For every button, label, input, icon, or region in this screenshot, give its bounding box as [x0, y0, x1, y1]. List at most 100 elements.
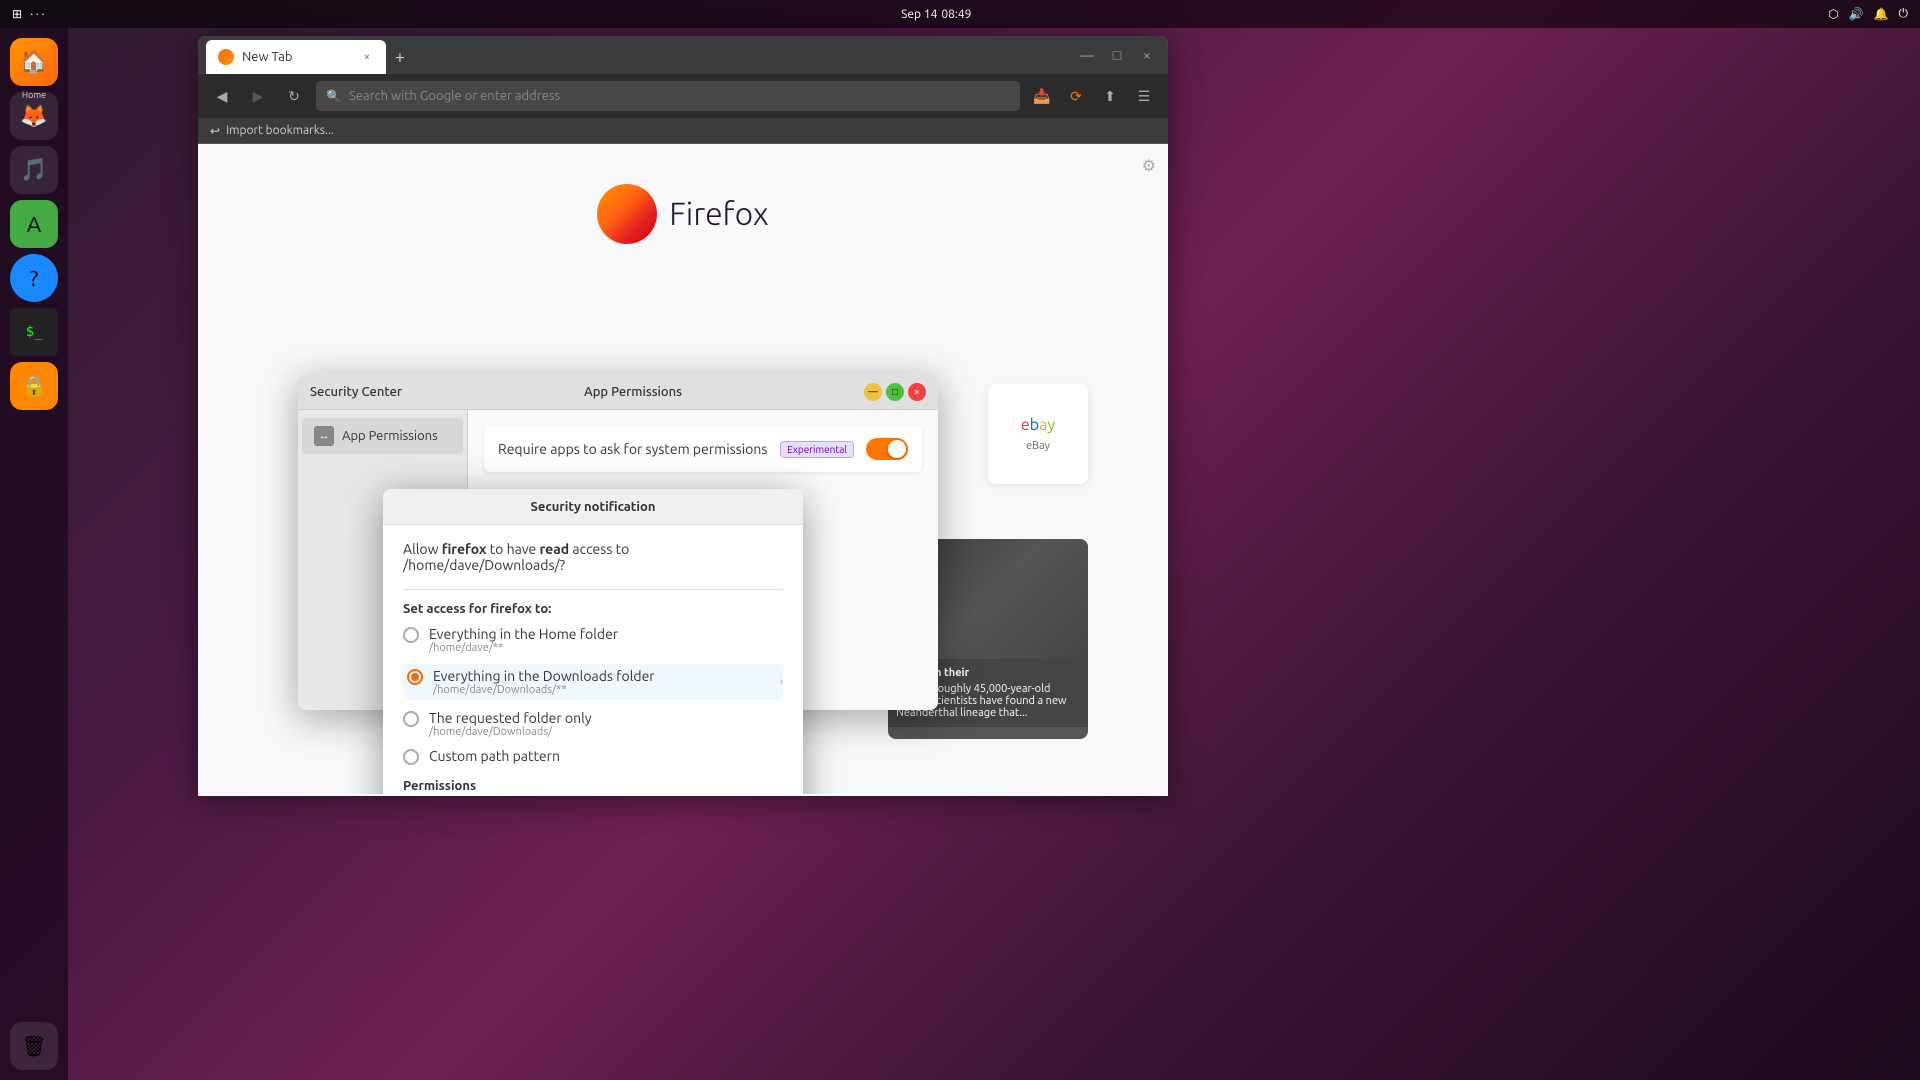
share-button[interactable]: ⬆ [1096, 82, 1124, 110]
tab-favicon [218, 49, 234, 65]
app-permissions-sidebar-item[interactable]: ↔ App Permissions [302, 418, 463, 454]
sidebar-dock: 🏠 Home 🦊 🎵 A ? $_ 🔒 🗑 [0, 28, 68, 1080]
radio-downloads-outer [407, 669, 423, 685]
nav-actions: 📥 ⟳ ⬆ ☰ [1028, 82, 1158, 110]
dock-icon-home[interactable]: 🏠 Home [10, 38, 58, 86]
question-mid: to have [487, 541, 540, 557]
top-bar-right: ⬡ 🔊 🔔 ⏻ [1828, 7, 1908, 21]
dialog-window-controls: — □ × [864, 383, 926, 401]
permissions-toggle-switch[interactable] [866, 438, 908, 460]
menu-button[interactable]: ☰ [1130, 82, 1158, 110]
radio-downloads-inner [411, 673, 419, 681]
radio-custom-labels: Custom path pattern [429, 748, 560, 764]
browser-minimize-button[interactable]: — [1074, 42, 1100, 68]
dock-icon-trash[interactable]: 🗑 [10, 1022, 58, 1070]
forward-button[interactable]: ▶ [244, 82, 272, 110]
dialog-close-button[interactable]: × [908, 383, 926, 401]
toggle-knob [888, 440, 906, 458]
browser-window: New Tab × + — □ × ◀ ▶ ↻ 🔍 Search with Go… [68, 28, 1920, 1080]
permissions-toggle-row: Require apps to ask for system permissio… [484, 426, 922, 472]
dialog-maximize-button[interactable]: □ [886, 383, 904, 401]
browser-close-button[interactable]: × [1134, 42, 1160, 68]
radio-downloads-labels: Everything in the Downloads folder /home… [433, 668, 655, 696]
radio-home-labels: Everything in the Home folder /home/dave… [429, 626, 618, 654]
notif-body: Allow firefox to have read access to /ho… [383, 525, 803, 794]
radio-home-outer [403, 627, 419, 643]
radio-custom-path[interactable]: Custom path pattern [403, 748, 783, 765]
app-name: firefox [442, 541, 487, 557]
dialog-minimize-button[interactable]: — [864, 383, 882, 401]
firefox-logo-text: Firefox [669, 196, 769, 232]
permission-type: read [540, 541, 570, 557]
firefox-logo-icon [597, 184, 657, 244]
browser-maximize-button[interactable]: □ [1104, 42, 1130, 68]
volume-icon[interactable]: 🔊 [1849, 7, 1864, 21]
ebay-label: eBay [1026, 440, 1050, 452]
dock-icon-appstore[interactable]: A [10, 200, 58, 248]
security-center-title: Security Center [310, 385, 402, 399]
security-dialog-titlebar: Security Center App Permissions — □ × [298, 374, 938, 410]
radio-downloads-label: Everything in the Downloads folder [433, 668, 655, 684]
reload-button[interactable]: ↻ [280, 82, 308, 110]
dock-icon-security[interactable]: 🔒 [10, 362, 58, 410]
app-permissions-title: App Permissions [584, 385, 682, 399]
radio-downloads-folder[interactable]: Everything in the Downloads folder /home… [403, 664, 783, 700]
radio-requested-labels: The requested folder only /home/dave/Dow… [429, 710, 592, 738]
question-suffix: access to [569, 541, 629, 557]
top-bar: ⊞ · · · Sep 14 08:49 ⬡ 🔊 🔔 ⏻ [0, 0, 1920, 28]
allow-prefix: Allow [403, 541, 442, 557]
bell-icon[interactable]: 🔔 [1874, 7, 1889, 21]
notif-titlebar: Security notification [383, 489, 803, 525]
address-text: Search with Google or enter address [349, 89, 560, 103]
sync-button[interactable]: ⟳ [1062, 82, 1090, 110]
newtab-page: Firefox [198, 144, 1168, 274]
radio-home-label: Everything in the Home folder [429, 626, 618, 642]
radio-requested-folder[interactable]: The requested folder only /home/dave/Dow… [403, 710, 783, 738]
ebay-logo: ebay [1021, 416, 1055, 434]
top-bar-center: Sep 14 08:49 [901, 8, 971, 21]
experimental-badge: Experimental [780, 441, 854, 458]
app-permissions-icon: ↔ [314, 426, 334, 446]
back-button[interactable]: ◀ [208, 82, 236, 110]
radio-custom-outer [403, 749, 419, 765]
dock-icon-help[interactable]: ? [10, 254, 58, 302]
access-section-title: Set access for firefox to: [403, 602, 783, 616]
ebay-shortcut-card[interactable]: ebay eBay [988, 384, 1088, 484]
dock-icon-terminal[interactable]: $_ [10, 308, 58, 356]
tab-label: New Tab [242, 50, 293, 64]
apps-grid-icon[interactable]: ⊞ [12, 7, 22, 21]
radio-home-folder[interactable]: Everything in the Home folder /home/dave… [403, 626, 783, 654]
top-bar-spacer: · · · [30, 8, 44, 21]
import-icon: ↩ [210, 124, 220, 138]
power-icon[interactable]: ⏻ [1899, 7, 1909, 21]
question-end: ? [560, 557, 565, 573]
network-icon[interactable]: ⬡ [1828, 7, 1838, 21]
browser-navbar: ◀ ▶ ↻ 🔍 Search with Google or enter addr… [198, 74, 1168, 118]
radio-custom-label: Custom path pattern [429, 748, 560, 764]
security-notification-dialog: Security notification Allow firefox to h… [383, 489, 803, 794]
import-bookmarks-bar: ↩ Import bookmarks... [198, 118, 1168, 144]
pocket-button[interactable]: 📥 [1028, 82, 1056, 110]
notif-question: Allow firefox to have read access to /ho… [403, 541, 783, 573]
browser-window-controls: — □ × [1074, 36, 1160, 74]
notif-title: Security notification [531, 500, 656, 514]
settings-gear-icon[interactable]: ⚙ [1142, 156, 1156, 175]
browser-tab-newtab[interactable]: New Tab × [206, 40, 386, 74]
search-icon: 🔍 [326, 89, 341, 103]
tab-close-button[interactable]: × [360, 49, 374, 65]
toggle-label: Require apps to ask for system permissio… [498, 441, 768, 457]
address-bar[interactable]: 🔍 Search with Google or enter address [316, 81, 1020, 111]
radio-requested-label: The requested folder only [429, 710, 592, 726]
dock-icon-firefox[interactable]: 🦊 [10, 92, 58, 140]
path-text: /home/dave/Downloads/ [403, 557, 560, 573]
import-bookmarks-link[interactable]: Import bookmarks... [226, 124, 334, 137]
browser-content: ⚙ Firefox ebay eBay Isolation their [198, 144, 1168, 794]
notif-divider [403, 589, 783, 590]
firefox-logo: Firefox [597, 184, 769, 244]
permissions-title: Permissions [403, 779, 783, 793]
dock-icon-music[interactable]: 🎵 [10, 146, 58, 194]
new-tab-button[interactable]: + [386, 40, 414, 74]
browser-frame: New Tab × + — □ × ◀ ▶ ↻ 🔍 Search with Go… [198, 36, 1168, 796]
sidebar-item-label: App Permissions [342, 429, 438, 443]
radio-home-sublabel: /home/dave/** [429, 642, 618, 654]
